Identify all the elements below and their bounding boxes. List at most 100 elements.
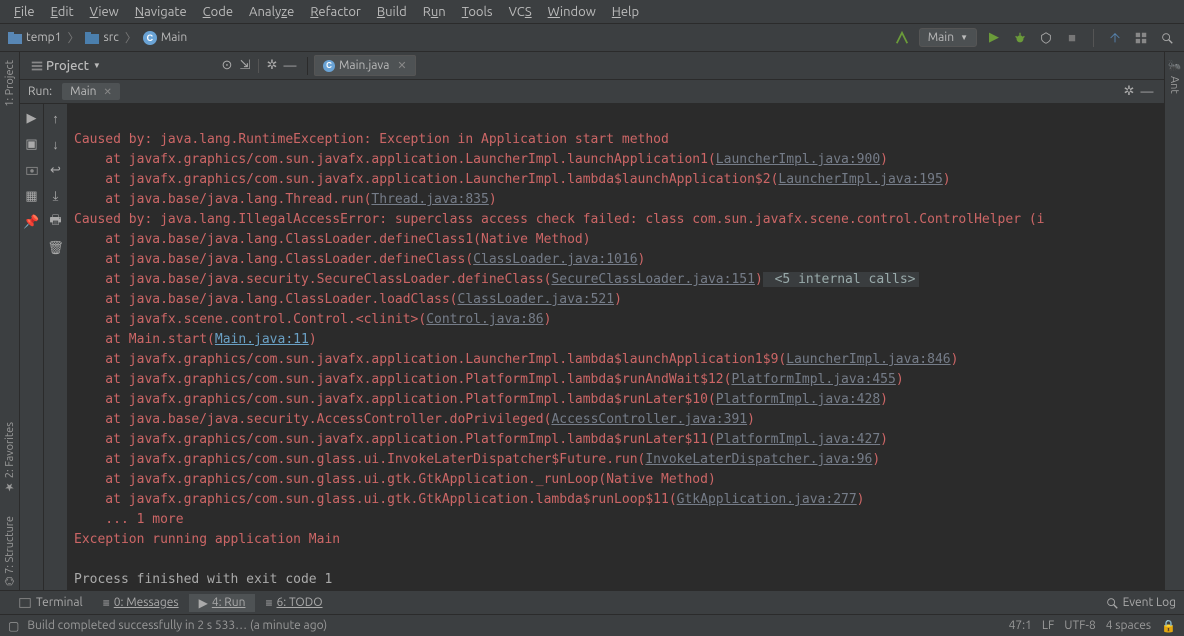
status-position[interactable]: 47:1	[1009, 619, 1032, 632]
tab-messages[interactable]: ≡ 0: Messages	[93, 594, 189, 612]
trash-icon[interactable]: 🗑	[48, 240, 64, 256]
menu-view[interactable]: View	[82, 3, 127, 21]
toggle-icon[interactable]: ▣	[24, 136, 40, 152]
source-link[interactable]: PlatformImpl.java:428	[716, 392, 880, 407]
stripe-structure[interactable]: ⌬ 7: Structure	[3, 512, 16, 590]
menu-edit[interactable]: Edit	[43, 3, 82, 21]
lock-icon[interactable]: 🔒	[1161, 619, 1176, 633]
menu-run[interactable]: Run	[415, 3, 454, 21]
stop-button[interactable]: ■	[1063, 29, 1081, 47]
status-line-sep[interactable]: LF	[1042, 619, 1054, 632]
source-link[interactable]: PlatformImpl.java:427	[716, 432, 880, 447]
console-line: at java.base/java.lang.ClassLoader.defin…	[74, 252, 473, 267]
menu-tools[interactable]: Tools	[454, 3, 501, 21]
run-config-selector[interactable]: Main ▼	[919, 28, 977, 47]
console-output[interactable]: Caused by: java.lang.RuntimeException: E…	[68, 104, 1164, 590]
console-line: at java.base/java.security.SecureClassLo…	[74, 272, 551, 287]
breadcrumb-root[interactable]: temp1	[26, 31, 61, 44]
menu-help[interactable]: Help	[604, 3, 647, 21]
nav-row: temp1 〉 src 〉 Main Main ▼ ▶ ■	[0, 24, 1184, 52]
run-button[interactable]: ▶	[985, 29, 1003, 47]
pin-icon[interactable]: 📌	[24, 214, 40, 230]
source-link[interactable]: GtkApplication.java:277	[677, 492, 857, 507]
editor-tab-main[interactable]: Main.java ✕	[314, 55, 416, 76]
menu-vcs[interactable]: VCS	[501, 3, 540, 21]
build-icon[interactable]	[893, 29, 911, 47]
wrap-icon[interactable]: ↩	[48, 162, 64, 178]
stripe-ant[interactable]: 🐜 Ant	[1168, 56, 1181, 98]
breadcrumb-src[interactable]: src	[103, 31, 118, 44]
search-icon[interactable]	[1158, 29, 1176, 47]
run-tab-label: Main	[70, 85, 96, 98]
status-toggle-icon[interactable]: ▢	[8, 619, 19, 633]
status-indent[interactable]: 4 spaces	[1106, 619, 1151, 632]
run-tab-main[interactable]: Main ✕	[62, 83, 120, 100]
source-link[interactable]: Main.java:11	[215, 332, 309, 347]
coverage-button[interactable]	[1037, 29, 1055, 47]
project-view-icon	[28, 57, 46, 75]
source-link[interactable]: Control.java:86	[426, 312, 543, 327]
source-link[interactable]: LauncherImpl.java:846	[786, 352, 950, 367]
close-icon[interactable]: ✕	[397, 59, 406, 72]
status-encoding[interactable]: UTF-8	[1064, 619, 1095, 632]
debug-button[interactable]	[1011, 29, 1029, 47]
console-line: Exception running application Main	[74, 532, 340, 547]
source-link[interactable]: Thread.java:835	[371, 192, 488, 207]
hide-icon[interactable]: —	[281, 57, 299, 75]
tab-run[interactable]: ▶ 4: Run	[189, 594, 256, 612]
menu-code[interactable]: Code	[195, 3, 241, 21]
class-icon	[323, 60, 335, 72]
down-icon[interactable]: ↓	[48, 136, 64, 152]
source-link[interactable]: LauncherImpl.java:900	[716, 152, 880, 167]
class-icon	[143, 31, 157, 45]
menu-bar: File Edit View Navigate Code Analyze Ref…	[0, 0, 1184, 24]
left-stripe: 1: Project ★ 2: Favorites ⌬ 7: Structure	[0, 52, 20, 590]
gear-icon[interactable]: ✲	[263, 57, 281, 75]
tab-terminal[interactable]: Terminal	[8, 594, 93, 612]
source-link[interactable]: PlatformImpl.java:455	[731, 372, 895, 387]
bottom-tool-tabs: Terminal ≡ 0: Messages ▶ 4: Run ≡ 6: TOD…	[0, 590, 1184, 614]
stripe-favorites[interactable]: ★ 2: Favorites	[3, 418, 16, 498]
close-icon[interactable]: ✕	[104, 86, 112, 98]
event-log[interactable]: Event Log	[1105, 596, 1176, 610]
source-link[interactable]: ClassLoader.java:1016	[473, 252, 637, 267]
tab-todo[interactable]: ≡ 6: TODO	[255, 594, 332, 612]
fold-hint[interactable]: <5 internal calls>	[763, 272, 920, 287]
project-structure-icon[interactable]	[1132, 29, 1150, 47]
menu-refactor[interactable]: Refactor	[302, 3, 369, 21]
source-link[interactable]: SecureClassLoader.java:151	[551, 272, 755, 287]
menu-navigate[interactable]: Navigate	[127, 3, 195, 21]
vcs-update-icon[interactable]	[1106, 29, 1124, 47]
project-tool-title[interactable]: Project	[46, 59, 89, 73]
menu-window[interactable]: Window	[540, 3, 604, 21]
stripe-project[interactable]: 1: Project	[4, 56, 16, 111]
menu-analyze[interactable]: Analyze	[241, 3, 302, 21]
up-icon[interactable]: ↑	[48, 110, 64, 126]
chevron-down-icon[interactable]: ▼	[93, 61, 101, 70]
source-link[interactable]: LauncherImpl.java:195	[778, 172, 942, 187]
console-line: at Main.start(	[74, 332, 215, 347]
source-link[interactable]: InvokeLaterDispatcher.java:96	[645, 452, 872, 467]
console-line: ... 1 more	[74, 512, 184, 527]
breadcrumb-class[interactable]: Main	[161, 31, 187, 44]
menu-file[interactable]: File	[6, 3, 43, 21]
console-line: at javafx.graphics/com.sun.javafx.applic…	[74, 432, 716, 447]
scroll-end-icon[interactable]: ⤓	[48, 188, 64, 204]
console-line: at javafx.graphics/com.sun.javafx.applic…	[74, 372, 731, 387]
expand-all-icon[interactable]: ⇲	[236, 57, 254, 75]
console-line: at java.base/java.lang.ClassLoader.defin…	[74, 232, 591, 247]
console-line: at java.base/java.lang.Thread.run(	[74, 192, 371, 207]
rerun-icon[interactable]: ▶	[24, 110, 40, 126]
hide-icon[interactable]: —	[1138, 83, 1156, 101]
print-icon[interactable]: 🖶	[48, 214, 64, 230]
layout-icon[interactable]: ▦	[24, 188, 40, 204]
run-gutter-left: ▶ ▣ ▦ 📌	[20, 104, 44, 590]
run-tool-header: Run: Main ✕ ✲ —	[20, 80, 1164, 104]
source-link[interactable]: AccessController.java:391	[551, 412, 747, 427]
select-opened-file-icon[interactable]: ⊙	[218, 57, 236, 75]
source-link[interactable]: ClassLoader.java:521	[458, 292, 615, 307]
menu-build[interactable]: Build	[369, 3, 415, 21]
console-line: at java.base/java.lang.ClassLoader.loadC…	[74, 292, 458, 307]
gear-icon[interactable]: ✲	[1120, 83, 1138, 101]
camera-icon[interactable]	[24, 162, 40, 178]
